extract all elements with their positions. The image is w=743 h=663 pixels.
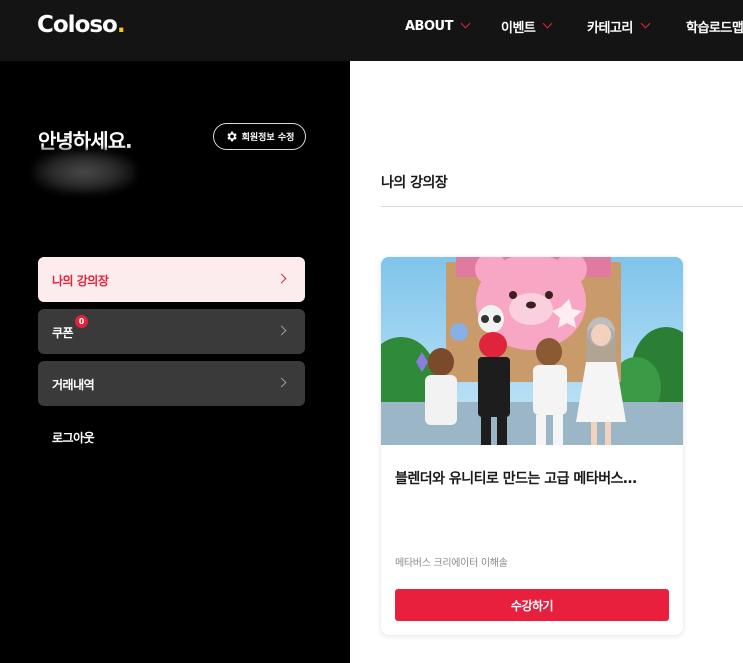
chevron-right-icon xyxy=(276,377,287,388)
chevron-right-icon xyxy=(276,273,287,284)
sidebar-item-transactions[interactable]: 거래내역 xyxy=(38,361,305,406)
sidebar-item-label: 나의 강의장 xyxy=(52,274,109,288)
nav-roadmap[interactable]: 학습로드맵 xyxy=(686,17,743,36)
logo-dot: . xyxy=(116,12,126,38)
chevron-right-icon xyxy=(276,325,287,336)
nav-category-label: 카테고리 xyxy=(587,20,633,36)
course-thumbnail[interactable] xyxy=(381,257,683,445)
top-navigation-bar: Coloso. ABOUT 이벤트 카테고리 학습로드맵 xyxy=(0,0,743,61)
chevron-down-icon xyxy=(460,18,471,29)
course-instructor: 메타버스 크리에이터 이해솔 xyxy=(395,558,508,569)
chevron-down-icon xyxy=(542,18,553,29)
chevron-down-icon xyxy=(640,18,651,29)
page-title: 나의 강의장 xyxy=(381,175,448,191)
nav-about[interactable]: ABOUT xyxy=(405,17,471,35)
take-course-button[interactable]: 수강하기 xyxy=(395,589,669,621)
logo-text: Coloso xyxy=(37,12,118,38)
gear-icon xyxy=(226,131,237,142)
sidebar-item-my-courses[interactable]: 나의 강의장 xyxy=(38,257,305,302)
course-title[interactable]: 블렌더와 유니티로 만드는 고급 메타버스… xyxy=(395,468,671,488)
edit-profile-button[interactable]: 회원정보 수정 xyxy=(213,123,306,150)
main-content: 나의 강의장 블렌더와 유니티로 만드는 고급 메타버스… 메타버스 크리에이터… xyxy=(350,61,743,663)
coloso-logo[interactable]: Coloso. xyxy=(37,10,126,40)
sidebar-item-label: 쿠폰 xyxy=(52,326,74,340)
course-card[interactable]: 블렌더와 유니티로 만드는 고급 메타버스… 메타버스 크리에이터 이해솔 수강… xyxy=(381,257,683,635)
sidebar-item-coupon[interactable]: 쿠폰 0 xyxy=(38,309,305,354)
username-blurred xyxy=(33,150,136,194)
logout-link[interactable]: 로그아웃 xyxy=(52,429,95,446)
nav-about-label: ABOUT xyxy=(405,18,453,34)
edit-profile-label: 회원정보 수정 xyxy=(241,133,295,143)
course-thumbnail-image xyxy=(381,257,683,445)
coupon-count-badge: 0 xyxy=(75,315,88,328)
divider xyxy=(381,206,743,207)
sidebar: 안녕하세요. 회원정보 수정 나의 강의장 쿠폰 0 거래내역 로그아웃 xyxy=(0,61,350,663)
nav-event[interactable]: 이벤트 xyxy=(501,17,553,36)
sidebar-item-label: 거래내역 xyxy=(52,378,95,392)
nav-event-label: 이벤트 xyxy=(501,20,536,36)
nav-category[interactable]: 카테고리 xyxy=(587,17,651,36)
nav-roadmap-label: 학습로드맵 xyxy=(686,20,743,36)
